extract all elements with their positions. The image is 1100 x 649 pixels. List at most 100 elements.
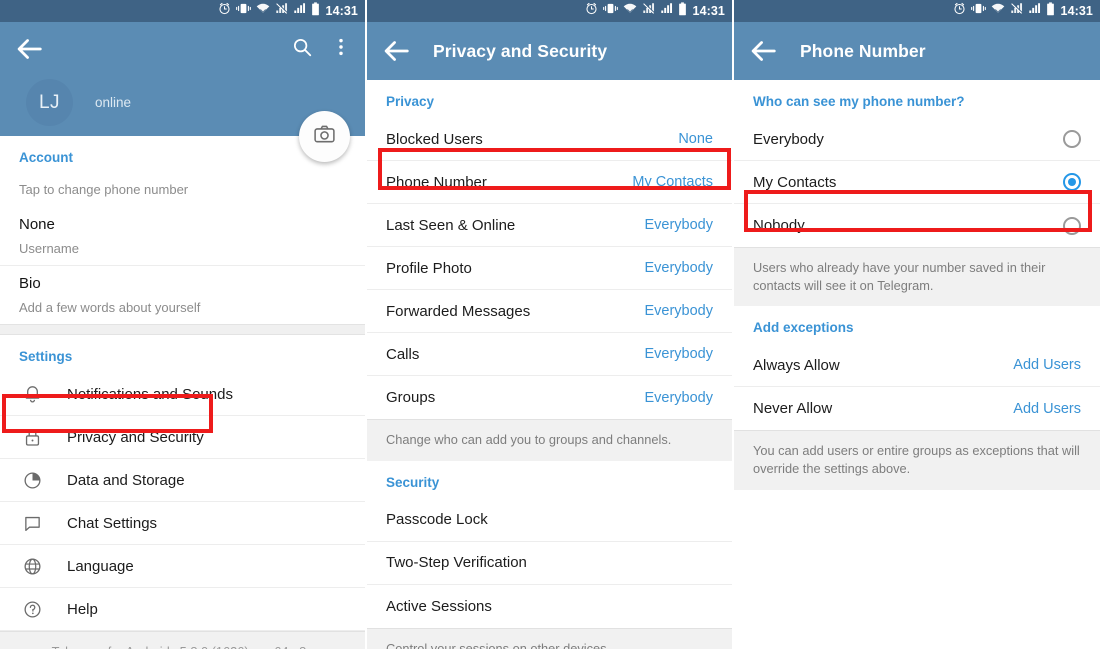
profile-status: online	[95, 95, 132, 110]
question-circle-icon	[19, 599, 45, 620]
status-bar: 14:31	[734, 0, 1100, 22]
list-item-forwarded-messages[interactable]: Forwarded Messages Everybody	[367, 290, 732, 333]
row-label: Two-Step Verification	[386, 554, 527, 572]
settings-content: Account Tap to change phone number None …	[0, 136, 365, 649]
list-item-profile-photo[interactable]: Profile Photo Everybody	[367, 247, 732, 290]
status-bar: 14:31	[367, 0, 732, 22]
vibrate-icon	[602, 2, 618, 20]
row-label: Last Seen & Online	[386, 216, 516, 234]
signal-bars-icon	[1028, 2, 1041, 20]
signal-bars-icon	[660, 2, 673, 20]
profile-app-bar: LJ online	[0, 22, 365, 162]
phone-change-hint[interactable]: Tap to change phone number	[0, 174, 365, 207]
more-vertical-icon[interactable]	[331, 36, 355, 60]
sidebar-item-label: Notifications and Sounds	[67, 385, 233, 403]
sidebar-item-label: Chat Settings	[67, 514, 158, 532]
section-title-add-exceptions: Add exceptions	[753, 320, 854, 336]
page-title: Phone Number	[800, 40, 926, 61]
add-users-link[interactable]: Add Users	[1013, 357, 1081, 373]
list-item-active-sessions[interactable]: Active Sessions	[367, 584, 732, 628]
app-version-label: Telegram for Android v5.8.0 (1626) arm64…	[0, 631, 365, 649]
sidebar-item-notifications[interactable]: Notifications and Sounds	[0, 373, 365, 416]
battery-icon	[1046, 1, 1055, 21]
radio-option-my-contacts[interactable]: My Contacts	[734, 161, 1100, 204]
alarm-icon	[218, 2, 231, 20]
row-label: Phone Number	[386, 173, 487, 191]
section-title-settings: Settings	[19, 349, 73, 364]
privacy-app-bar: Privacy and Security	[367, 22, 732, 80]
phone-number-app-bar: Phone Number	[734, 22, 1100, 80]
list-item-calls[interactable]: Calls Everybody	[367, 333, 732, 376]
list-item-two-step-verification[interactable]: Two-Step Verification	[367, 541, 732, 585]
radio-button-nobody[interactable]	[1063, 216, 1081, 235]
row-label: Active Sessions	[386, 597, 492, 615]
avatar[interactable]: LJ	[26, 79, 73, 126]
who-section-footnote: Users who already have your number saved…	[734, 247, 1100, 307]
list-item-never-allow[interactable]: Never Allow Add Users	[734, 387, 1100, 431]
sidebar-item-privacy-and-security[interactable]: Privacy and Security	[0, 416, 365, 459]
sidebar-item-label: Data and Storage	[67, 471, 185, 489]
wifi-icon	[623, 2, 637, 20]
back-arrow-icon[interactable]	[12, 32, 46, 66]
profile-row[interactable]: LJ online	[26, 79, 131, 126]
pie-chart-icon	[19, 470, 45, 491]
sidebar-item-label: Language	[67, 557, 134, 575]
radio-button-everybody[interactable]	[1063, 130, 1081, 148]
row-label: Passcode Lock	[386, 511, 488, 529]
section-title-privacy: Privacy	[386, 94, 435, 109]
exceptions-footnote: You can add users or entire groups as ex…	[734, 430, 1100, 490]
add-users-link[interactable]: Add Users	[1013, 401, 1081, 417]
back-arrow-icon[interactable]	[379, 34, 413, 68]
row-label: Blocked Users	[386, 130, 483, 148]
sidebar-item-chat-settings[interactable]: Chat Settings	[0, 502, 365, 545]
list-item-username[interactable]: None	[0, 207, 365, 237]
list-item-blocked-users[interactable]: Blocked Users None	[367, 118, 732, 161]
signal-off-icon	[642, 2, 655, 20]
screenshot-triptych: 14:31 LJ online Account Tap to change ph…	[0, 0, 1100, 649]
phone-number-content: Who can see my phone number? Everybody M…	[734, 80, 1100, 490]
sidebar-item-language[interactable]: Language	[0, 545, 365, 588]
section-title-security: Security	[386, 474, 440, 490]
list-item-bio[interactable]: Bio	[0, 266, 365, 296]
signal-bars-icon	[293, 2, 306, 20]
row-label: Calls	[386, 345, 420, 363]
row-label: Profile Photo	[386, 259, 472, 277]
wifi-icon	[256, 2, 270, 20]
privacy-footnote: Change who can add you to groups and cha…	[367, 419, 732, 461]
search-icon[interactable]	[291, 36, 315, 60]
radio-label: Everybody	[753, 130, 824, 148]
radio-option-everybody[interactable]: Everybody	[734, 118, 1100, 161]
list-item-groups[interactable]: Groups Everybody	[367, 376, 732, 419]
row-value: My Contacts	[632, 174, 713, 190]
camera-icon	[313, 123, 336, 151]
signal-off-icon	[275, 2, 288, 20]
vibrate-icon	[970, 2, 986, 20]
alarm-icon	[585, 2, 598, 20]
sidebar-item-data-and-storage[interactable]: Data and Storage	[0, 459, 365, 502]
radio-button-my-contacts[interactable]	[1063, 173, 1081, 191]
radio-label: Nobody	[753, 217, 805, 234]
row-value: Everybody	[644, 260, 713, 276]
bio-sublabel: Add a few words about yourself	[0, 296, 365, 324]
section-divider	[0, 324, 365, 335]
list-item-last-seen-and-online[interactable]: Last Seen & Online Everybody	[367, 204, 732, 247]
panel-phone-number: 14:31 Phone Number Who can see my phone …	[734, 0, 1100, 649]
row-value: None	[678, 131, 713, 147]
alarm-icon	[953, 2, 966, 20]
status-bar-time: 14:31	[692, 4, 725, 18]
row-label: Groups	[386, 389, 436, 406]
list-item-always-allow[interactable]: Always Allow Add Users	[734, 344, 1100, 388]
security-footnote: Control your sessions on other devices.	[367, 627, 732, 649]
sidebar-item-label: Privacy and Security	[67, 428, 204, 446]
list-item-passcode-lock[interactable]: Passcode Lock	[367, 498, 732, 542]
list-item-phone-number[interactable]: Phone Number My Contacts	[367, 161, 732, 204]
radio-label: My Contacts	[753, 173, 837, 191]
sidebar-item-help[interactable]: Help	[0, 588, 365, 631]
lock-icon	[19, 427, 45, 448]
bio-label: Bio	[19, 275, 41, 292]
radio-option-nobody[interactable]: Nobody	[734, 204, 1100, 247]
chat-bubble-icon	[19, 513, 45, 534]
camera-fab-button[interactable]	[299, 111, 350, 162]
back-arrow-icon[interactable]	[746, 34, 780, 68]
username-value: None	[19, 216, 55, 233]
